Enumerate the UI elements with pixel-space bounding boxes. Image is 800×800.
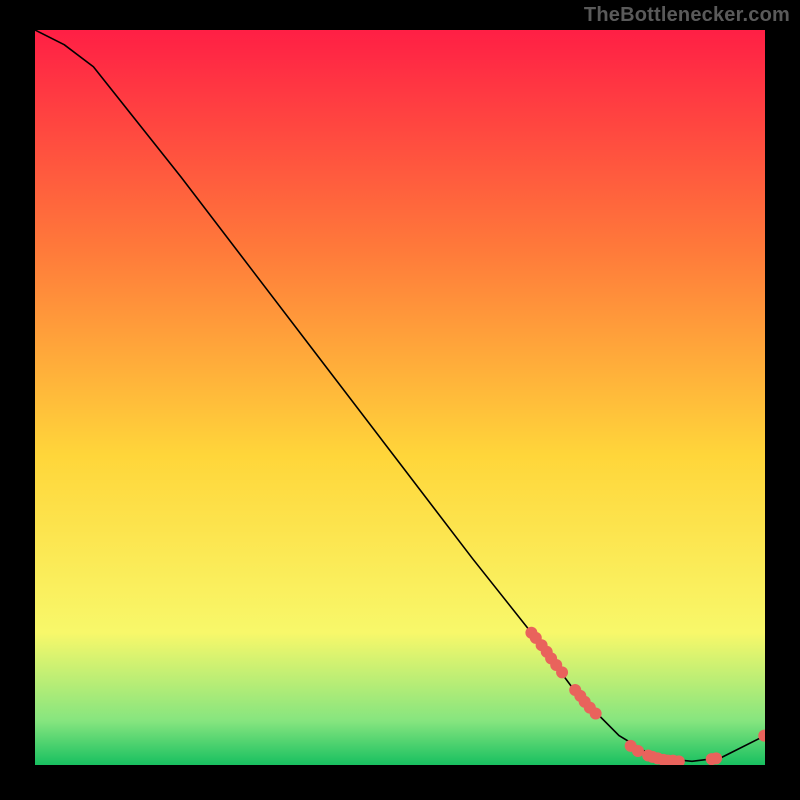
watermark-text: TheBottlenecker.com (584, 4, 790, 27)
chart-svg (35, 30, 765, 765)
gradient-background (35, 30, 765, 765)
figure-root: TheBottlenecker.com (0, 0, 800, 800)
data-dot (710, 752, 722, 764)
chart-plot-area (35, 30, 765, 765)
data-dot (632, 745, 644, 757)
data-dot (556, 666, 568, 678)
data-dot (590, 708, 602, 720)
